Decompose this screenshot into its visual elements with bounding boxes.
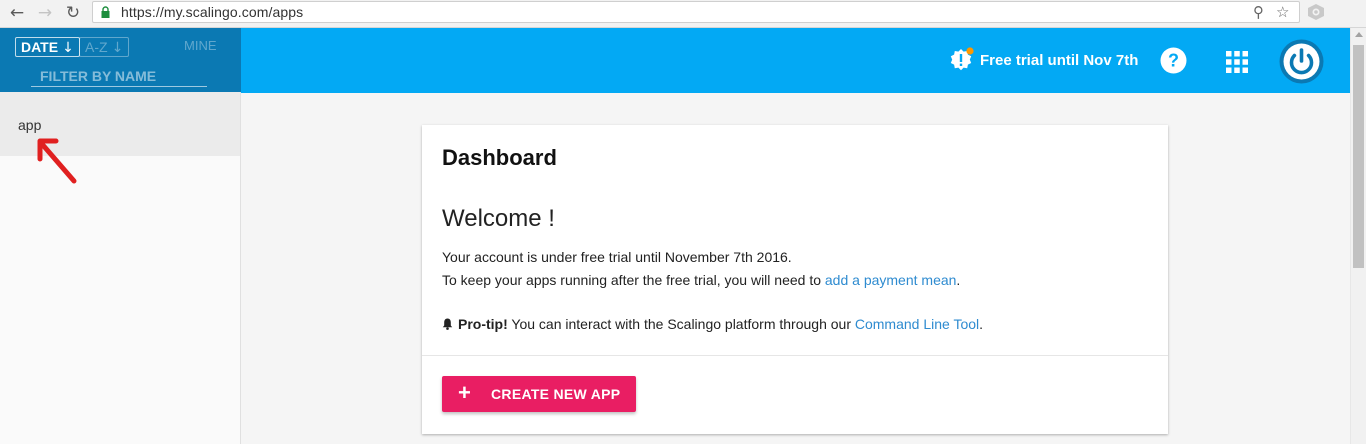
pro-tip-label: Pro-tip! [458,316,508,332]
payment-info-prefix: To keep your apps running after the free… [442,272,825,288]
bookmark-star-icon[interactable]: ☆ [1276,3,1289,21]
bell-icon [442,318,453,330]
url-text: https://my.scalingo.com/apps [121,4,304,20]
address-bar[interactable]: https://my.scalingo.com/apps ⚲ ☆ [92,1,1300,23]
payment-info-suffix: . [956,272,961,288]
plus-icon: + [458,380,471,405]
back-icon[interactable]: ← [6,2,28,24]
help-icon[interactable]: ? [1160,47,1187,74]
sort-date-label: DATE [21,39,59,55]
power-icon[interactable] [1279,39,1324,84]
scrollbar-thumb[interactable] [1353,45,1364,268]
sidebar-header: DATE ↓ A-Z ↓ MINE [0,28,241,92]
free-trial-text: Free trial until Nov 7th [980,52,1139,69]
sort-by-date-button[interactable]: DATE ↓ [15,37,80,57]
pro-tip-body: You can interact with the Scalingo platf… [507,316,855,332]
svg-text:?: ? [1168,51,1179,71]
add-payment-link[interactable]: add a payment mean [825,272,957,288]
sort-down-icon: ↓ [62,40,74,56]
trial-info-text: Your account is under free trial until N… [442,249,792,265]
sort-az-label: A-Z [85,39,108,55]
mine-filter-toggle[interactable]: MINE [184,38,217,53]
app-name: app [18,117,42,133]
warning-badge-icon [950,47,974,71]
key-icon[interactable]: ⚲ [1253,3,1264,21]
lock-icon [101,6,110,18]
page-title: Dashboard [442,145,557,170]
payment-info-text: To keep your apps running after the free… [442,272,960,288]
apps-grid-icon[interactable] [1226,51,1248,73]
reload-icon[interactable]: ↻ [62,2,84,24]
command-line-tool-link[interactable]: Command Line Tool [855,316,979,332]
annotation-arrow-icon [37,138,77,184]
extension-icon[interactable] [1306,3,1326,21]
top-app-bar: Free trial until Nov 7th ? [241,28,1350,93]
welcome-heading: Welcome ! [442,205,555,232]
sort-down-icon: ↓ [111,40,124,56]
browser-toolbar: ← → ↻ https://my.scalingo.com/apps ⚲ ☆ [0,0,1366,28]
pro-tip-text: Pro-tip! You can interact with the Scali… [442,316,983,332]
dashboard-card: Dashboard Welcome ! Your account is unde… [422,125,1168,434]
create-new-app-label: CREATE NEW APP [491,386,621,402]
apps-sidebar: DATE↓ A-Z↓ MINE app [0,28,241,444]
filter-by-name-input[interactable] [31,65,207,87]
sort-az-button[interactable]: A-Z ↓ [79,37,130,57]
scroll-up-icon[interactable] [1355,32,1363,37]
forward-icon[interactable]: → [34,2,56,24]
pro-tip-suffix: . [979,316,984,332]
page-scrollbar[interactable] [1350,28,1366,444]
create-new-app-button[interactable]: + CREATE NEW APP [442,376,636,412]
card-divider [422,355,1168,356]
